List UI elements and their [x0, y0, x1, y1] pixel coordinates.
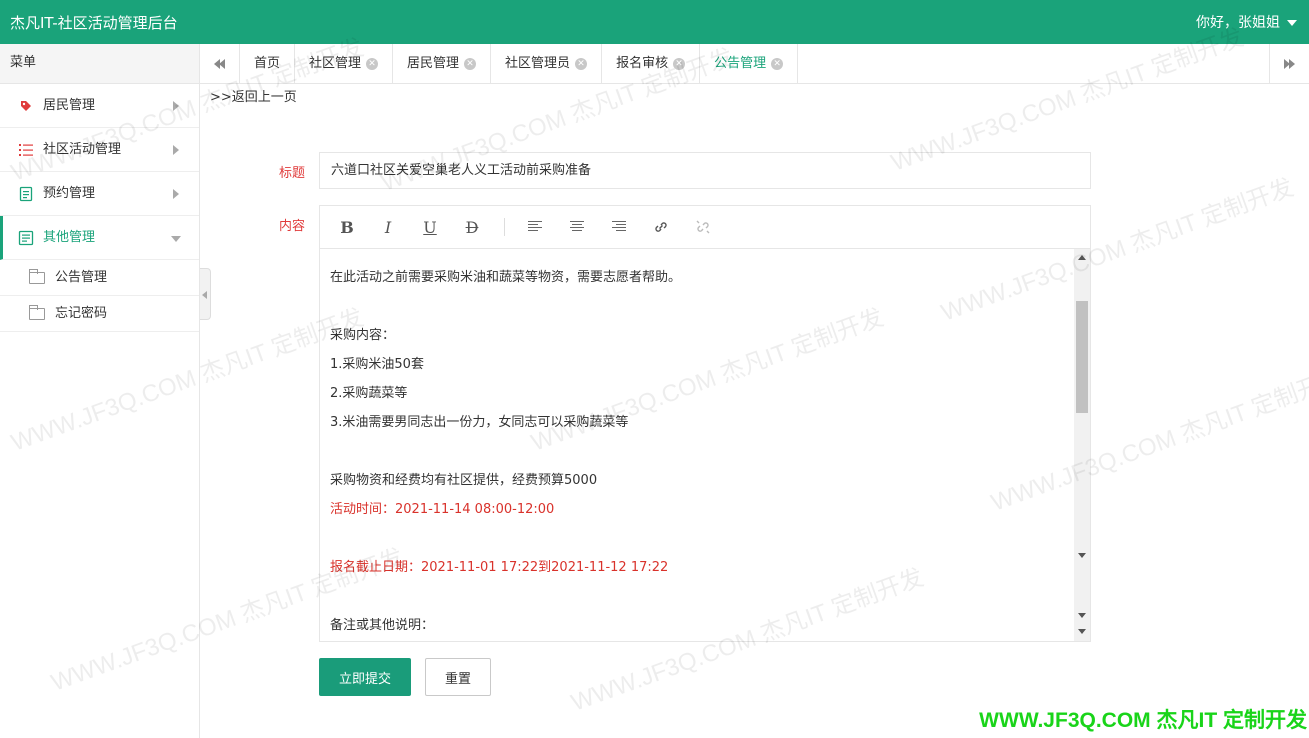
tab-label: 社区管理员	[505, 56, 571, 71]
chevron-down-icon	[171, 236, 181, 242]
sidebar-item-residents[interactable]: 居民管理	[0, 84, 199, 128]
editor-line: 3.米油需要男同志出一份力，女同志可以采购蔬菜等	[330, 415, 629, 430]
tab-label: 报名审核	[616, 56, 669, 71]
sidebar-subitem-label: 公告管理	[55, 270, 108, 285]
close-icon[interactable]: ✕	[575, 57, 588, 70]
strikethrough-icon[interactable]: D	[461, 217, 483, 239]
tab-home[interactable]: 首页	[240, 44, 296, 84]
scroll-down-icon[interactable]	[1078, 553, 1086, 558]
editor-line	[330, 292, 1064, 321]
folder-icon	[29, 269, 45, 284]
notes-icon	[18, 230, 34, 246]
unlink-icon[interactable]	[695, 219, 711, 235]
sidebar-subitem-label: 忘记密码	[55, 306, 108, 321]
bold-icon[interactable]: B	[336, 217, 358, 239]
underline-icon[interactable]: U	[419, 217, 441, 239]
chevron-right-icon	[173, 101, 179, 111]
tab-residents[interactable]: 居民管理 ✕	[393, 44, 492, 84]
chevron-right-icon	[173, 145, 179, 155]
editor-line: 采购物资和经费均有社区提供，经费预算5000	[330, 473, 598, 488]
editor-line	[330, 524, 1064, 553]
sidebar-collapse-button[interactable]	[200, 268, 211, 320]
tab-bar: 首页 社区管理 ✕ 居民管理 ✕ 社区管理员 ✕ 报名审核 ✕ 公告管理 ✕	[200, 44, 1309, 84]
close-icon[interactable]: ✕	[366, 57, 379, 70]
document-icon	[19, 186, 33, 202]
tag-icon	[21, 101, 31, 111]
italic-icon[interactable]: I	[377, 217, 399, 239]
chevron-down-icon	[1287, 20, 1297, 26]
sidebar-item-other[interactable]: 其他管理	[0, 216, 199, 260]
tab-label: 居民管理	[407, 56, 460, 71]
scroll-down-icon[interactable]	[1078, 613, 1086, 618]
editor-line: 2.采购蔬菜等	[330, 386, 408, 401]
editor-content[interactable]: 在此活动之前需要采购米油和蔬菜等物资，需要志愿者帮助。 采购内容： 1.采购米油50…	[320, 249, 1074, 641]
tabs-scroll-left-button[interactable]	[200, 44, 240, 84]
scroll-up-icon[interactable]	[1078, 255, 1086, 260]
sidebar-item-label: 其他管理	[43, 230, 96, 245]
editor-line: 报名截止日期：2021-11-01 17:22到2021-11-12 17:22	[330, 560, 669, 575]
scroll-down-icon[interactable]	[1078, 629, 1086, 634]
editor-line	[330, 582, 1064, 611]
user-menu[interactable]: 你好，张姐姐	[1196, 12, 1297, 32]
reset-button[interactable]: 重置	[425, 658, 491, 696]
list-icon	[19, 144, 33, 156]
editor-toolbar: B I U D	[320, 206, 1090, 249]
sidebar-item-reservations[interactable]: 预约管理	[0, 172, 199, 216]
tabs-scroll-right-button[interactable]	[1269, 44, 1309, 84]
sidebar-subitem-forgot-password[interactable]: 忘记密码	[0, 296, 199, 332]
sidebar-subitem-notices[interactable]: 公告管理	[0, 260, 199, 296]
tab-signup-review[interactable]: 报名审核 ✕	[602, 44, 701, 84]
sidebar-item-label: 社区活动管理	[43, 142, 122, 157]
scrollbar-thumb[interactable]	[1076, 301, 1088, 413]
back-link[interactable]: >>返回上一页	[210, 86, 297, 105]
close-icon[interactable]: ✕	[673, 57, 686, 70]
footer-watermark: WWW.JF3Q.COM 杰凡IT 定制开发	[979, 709, 1307, 732]
tab-label: 公告管理	[714, 56, 767, 71]
tab-notices[interactable]: 公告管理 ✕	[700, 44, 799, 84]
align-center-icon[interactable]	[570, 221, 584, 233]
editor-scrollbar[interactable]	[1074, 249, 1090, 641]
tab-community[interactable]: 社区管理 ✕	[295, 44, 394, 84]
link-icon[interactable]	[653, 219, 669, 235]
app-title: 杰凡IT-社区活动管理后台	[10, 14, 178, 32]
rich-text-editor: B I U D 在此活动之前需要采购米油和蔬菜等物资，需要志愿者帮助。 采购内容：…	[319, 205, 1091, 642]
folder-icon	[29, 305, 45, 320]
editor-line: 采购内容：	[330, 328, 396, 343]
sidebar-item-activities[interactable]: 社区活动管理	[0, 128, 199, 172]
align-left-icon[interactable]	[528, 221, 542, 233]
top-bar: 杰凡IT-社区活动管理后台 你好，张姐姐	[0, 0, 1309, 44]
sidebar-item-label: 预约管理	[43, 186, 96, 201]
content-label: 内容	[278, 219, 305, 234]
tab-community-admins[interactable]: 社区管理员 ✕	[491, 44, 603, 84]
tab-label: 首页	[254, 56, 281, 71]
tab-label: 社区管理	[309, 56, 362, 71]
close-icon[interactable]: ✕	[771, 57, 784, 70]
editor-line: 活动时间：2021-11-14 08:00-12:00	[330, 502, 555, 517]
title-label: 标题	[278, 166, 305, 181]
editor-line	[330, 437, 1064, 466]
editor-line	[330, 640, 1064, 641]
submit-button[interactable]: 立即提交	[319, 658, 411, 696]
tab-list: 首页 社区管理 ✕ 居民管理 ✕ 社区管理员 ✕ 报名审核 ✕ 公告管理 ✕	[240, 44, 799, 84]
user-greeting: 你好，张姐姐	[1196, 15, 1280, 31]
editor-line: 备注或其他说明：	[330, 618, 435, 633]
align-right-icon[interactable]	[612, 221, 626, 233]
sidebar: 菜单 居民管理 社区活动管理 预约管理 其他管理 公告管理 忘记密码	[0, 44, 200, 738]
sidebar-item-label: 居民管理	[43, 98, 96, 113]
sidebar-heading: 菜单	[0, 44, 199, 84]
editor-line: 在此活动之前需要采购米油和蔬菜等物资，需要志愿者帮助。	[330, 270, 682, 285]
close-icon[interactable]: ✕	[464, 57, 477, 70]
editor-line: 1.采购米油50套	[330, 357, 424, 372]
chevron-right-icon	[173, 189, 179, 199]
title-input[interactable]: 六道口社区关爱空巢老人义工活动前采购准备	[319, 152, 1091, 189]
